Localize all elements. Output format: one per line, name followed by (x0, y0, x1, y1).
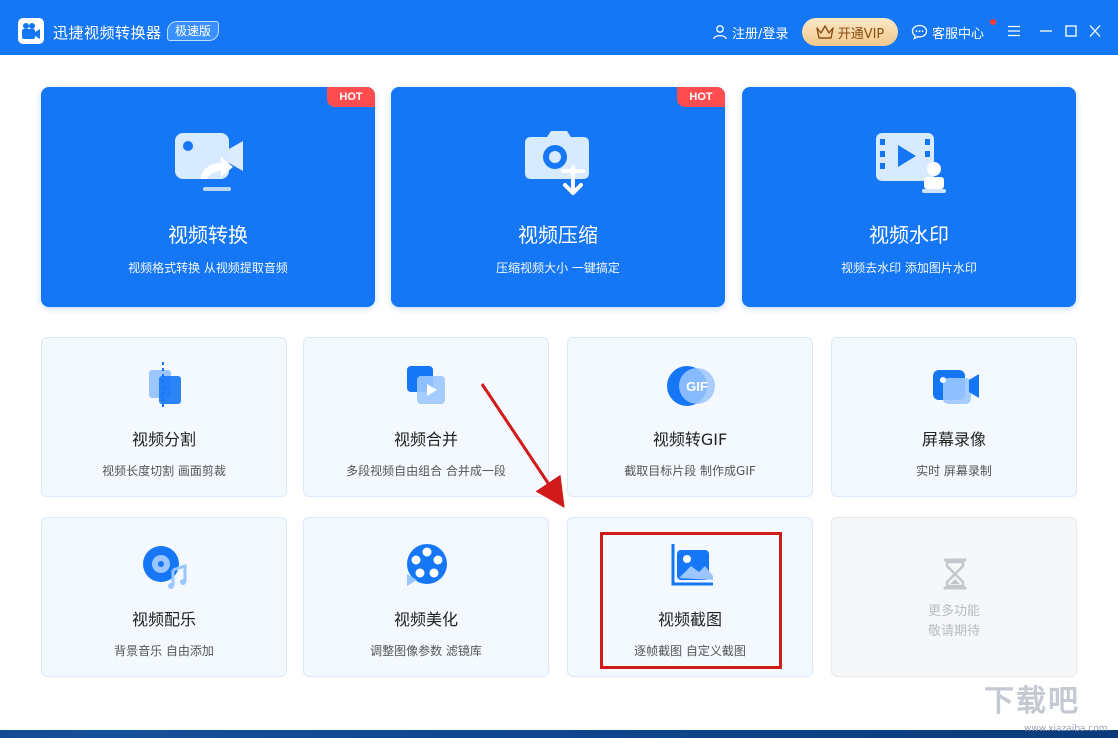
chat-icon (911, 24, 928, 40)
music-disc-icon (143, 546, 187, 589)
card-desc: 实时 屏幕录制 (916, 464, 992, 478)
video-convert-icon (175, 133, 243, 191)
annotation-highlight-box (600, 532, 782, 669)
app-title: 迅捷视频转换器 (53, 24, 162, 42)
close-icon (1089, 25, 1101, 37)
video-split-icon (149, 362, 181, 410)
card-desc: 截取目标片段 制作成GIF (624, 464, 756, 478)
titlebar: 迅捷视频转换器 极速版 注册/登录 开通VIP 客服中心 (0, 0, 1118, 55)
more-line-2: 敬请期待 (927, 624, 980, 639)
hot-badge: HOT (327, 87, 375, 107)
card-desc: 背景音乐 自由添加 (114, 644, 214, 658)
card-desc: 视频长度切割 画面剪裁 (102, 464, 226, 478)
card-desc: 压缩视频大小 一键搞定 (496, 261, 620, 275)
card-video-beautify[interactable]: 视频美化 调整图像参数 滤镜库 (303, 517, 549, 677)
maximize-icon (1065, 25, 1077, 37)
vip-label: 开通VIP (837, 26, 885, 42)
gif-icon-text: GIF (686, 379, 708, 394)
card-video-watermark[interactable]: 视频水印 视频去水印 添加图片水印 (742, 87, 1076, 307)
hamburger-icon (1008, 25, 1020, 37)
annotation-arrow (480, 383, 565, 508)
card-title: 视频配乐 (131, 610, 196, 629)
menu-button[interactable] (1003, 20, 1025, 42)
card-desc: 调整图像参数 滤镜库 (370, 644, 482, 658)
card-video-music[interactable]: 视频配乐 背景音乐 自由添加 (41, 517, 287, 677)
more-line-1: 更多功能 (927, 604, 980, 619)
card-desc: 视频去水印 添加图片水印 (841, 261, 977, 275)
gif-icon: GIF (667, 366, 715, 406)
card-video-convert[interactable]: HOT 视频转换 视频格式转换 从视频提取音频 (41, 87, 375, 307)
card-title: 视频转换 (168, 223, 248, 247)
card-title: 视频美化 (393, 610, 458, 629)
crown-icon (816, 25, 834, 39)
vip-button[interactable]: 开通VIP (802, 18, 898, 46)
card-title: 视频分割 (131, 430, 196, 449)
minimize-icon (1040, 30, 1052, 32)
watermark-url: www.xiazaiba.com (1024, 724, 1108, 734)
user-icon (713, 25, 727, 40)
card-title: 视频转GIF (652, 430, 728, 449)
login-button[interactable]: 注册/登录 (712, 22, 788, 42)
card-video-compress[interactable]: HOT 视频压缩 压缩视频大小 一键搞定 (391, 87, 725, 307)
app-logo-icon (18, 18, 44, 44)
service-label: 客服中心 (932, 26, 985, 42)
maximize-button[interactable] (1060, 20, 1082, 42)
notification-dot (990, 19, 996, 25)
edition-badge: 极速版 (167, 21, 220, 41)
card-title: 屏幕录像 (921, 430, 986, 449)
hourglass-icon (943, 558, 967, 590)
close-button[interactable] (1084, 20, 1106, 42)
card-title: 视频水印 (869, 223, 949, 247)
hot-badge: HOT (677, 87, 725, 107)
video-merge-icon (407, 366, 445, 404)
card-screen-record[interactable]: 屏幕录像 实时 屏幕录制 (831, 337, 1077, 497)
film-reel-icon (407, 544, 447, 586)
app-window: 迅捷视频转换器 极速版 注册/登录 开通VIP 客服中心 HOT 视频转换 视频… (0, 0, 1118, 730)
customer-service-button[interactable]: 客服中心 (911, 22, 984, 42)
card-video-to-gif[interactable]: GIF 视频转GIF 截取目标片段 制作成GIF (567, 337, 813, 497)
more-features-text: 更多功能 敬请期待 (832, 602, 1076, 642)
card-desc: 视频格式转换 从视频提取音频 (128, 261, 288, 275)
video-watermark-icon (876, 133, 946, 193)
minimize-button[interactable] (1035, 20, 1057, 42)
card-more-features: 更多功能 敬请期待 (831, 517, 1077, 677)
screen-record-icon (933, 370, 979, 404)
video-compress-icon (525, 131, 589, 195)
login-label: 注册/登录 (732, 26, 789, 42)
card-video-split[interactable]: 视频分割 视频长度切割 画面剪裁 (41, 337, 287, 497)
card-title: 视频压缩 (518, 223, 598, 247)
